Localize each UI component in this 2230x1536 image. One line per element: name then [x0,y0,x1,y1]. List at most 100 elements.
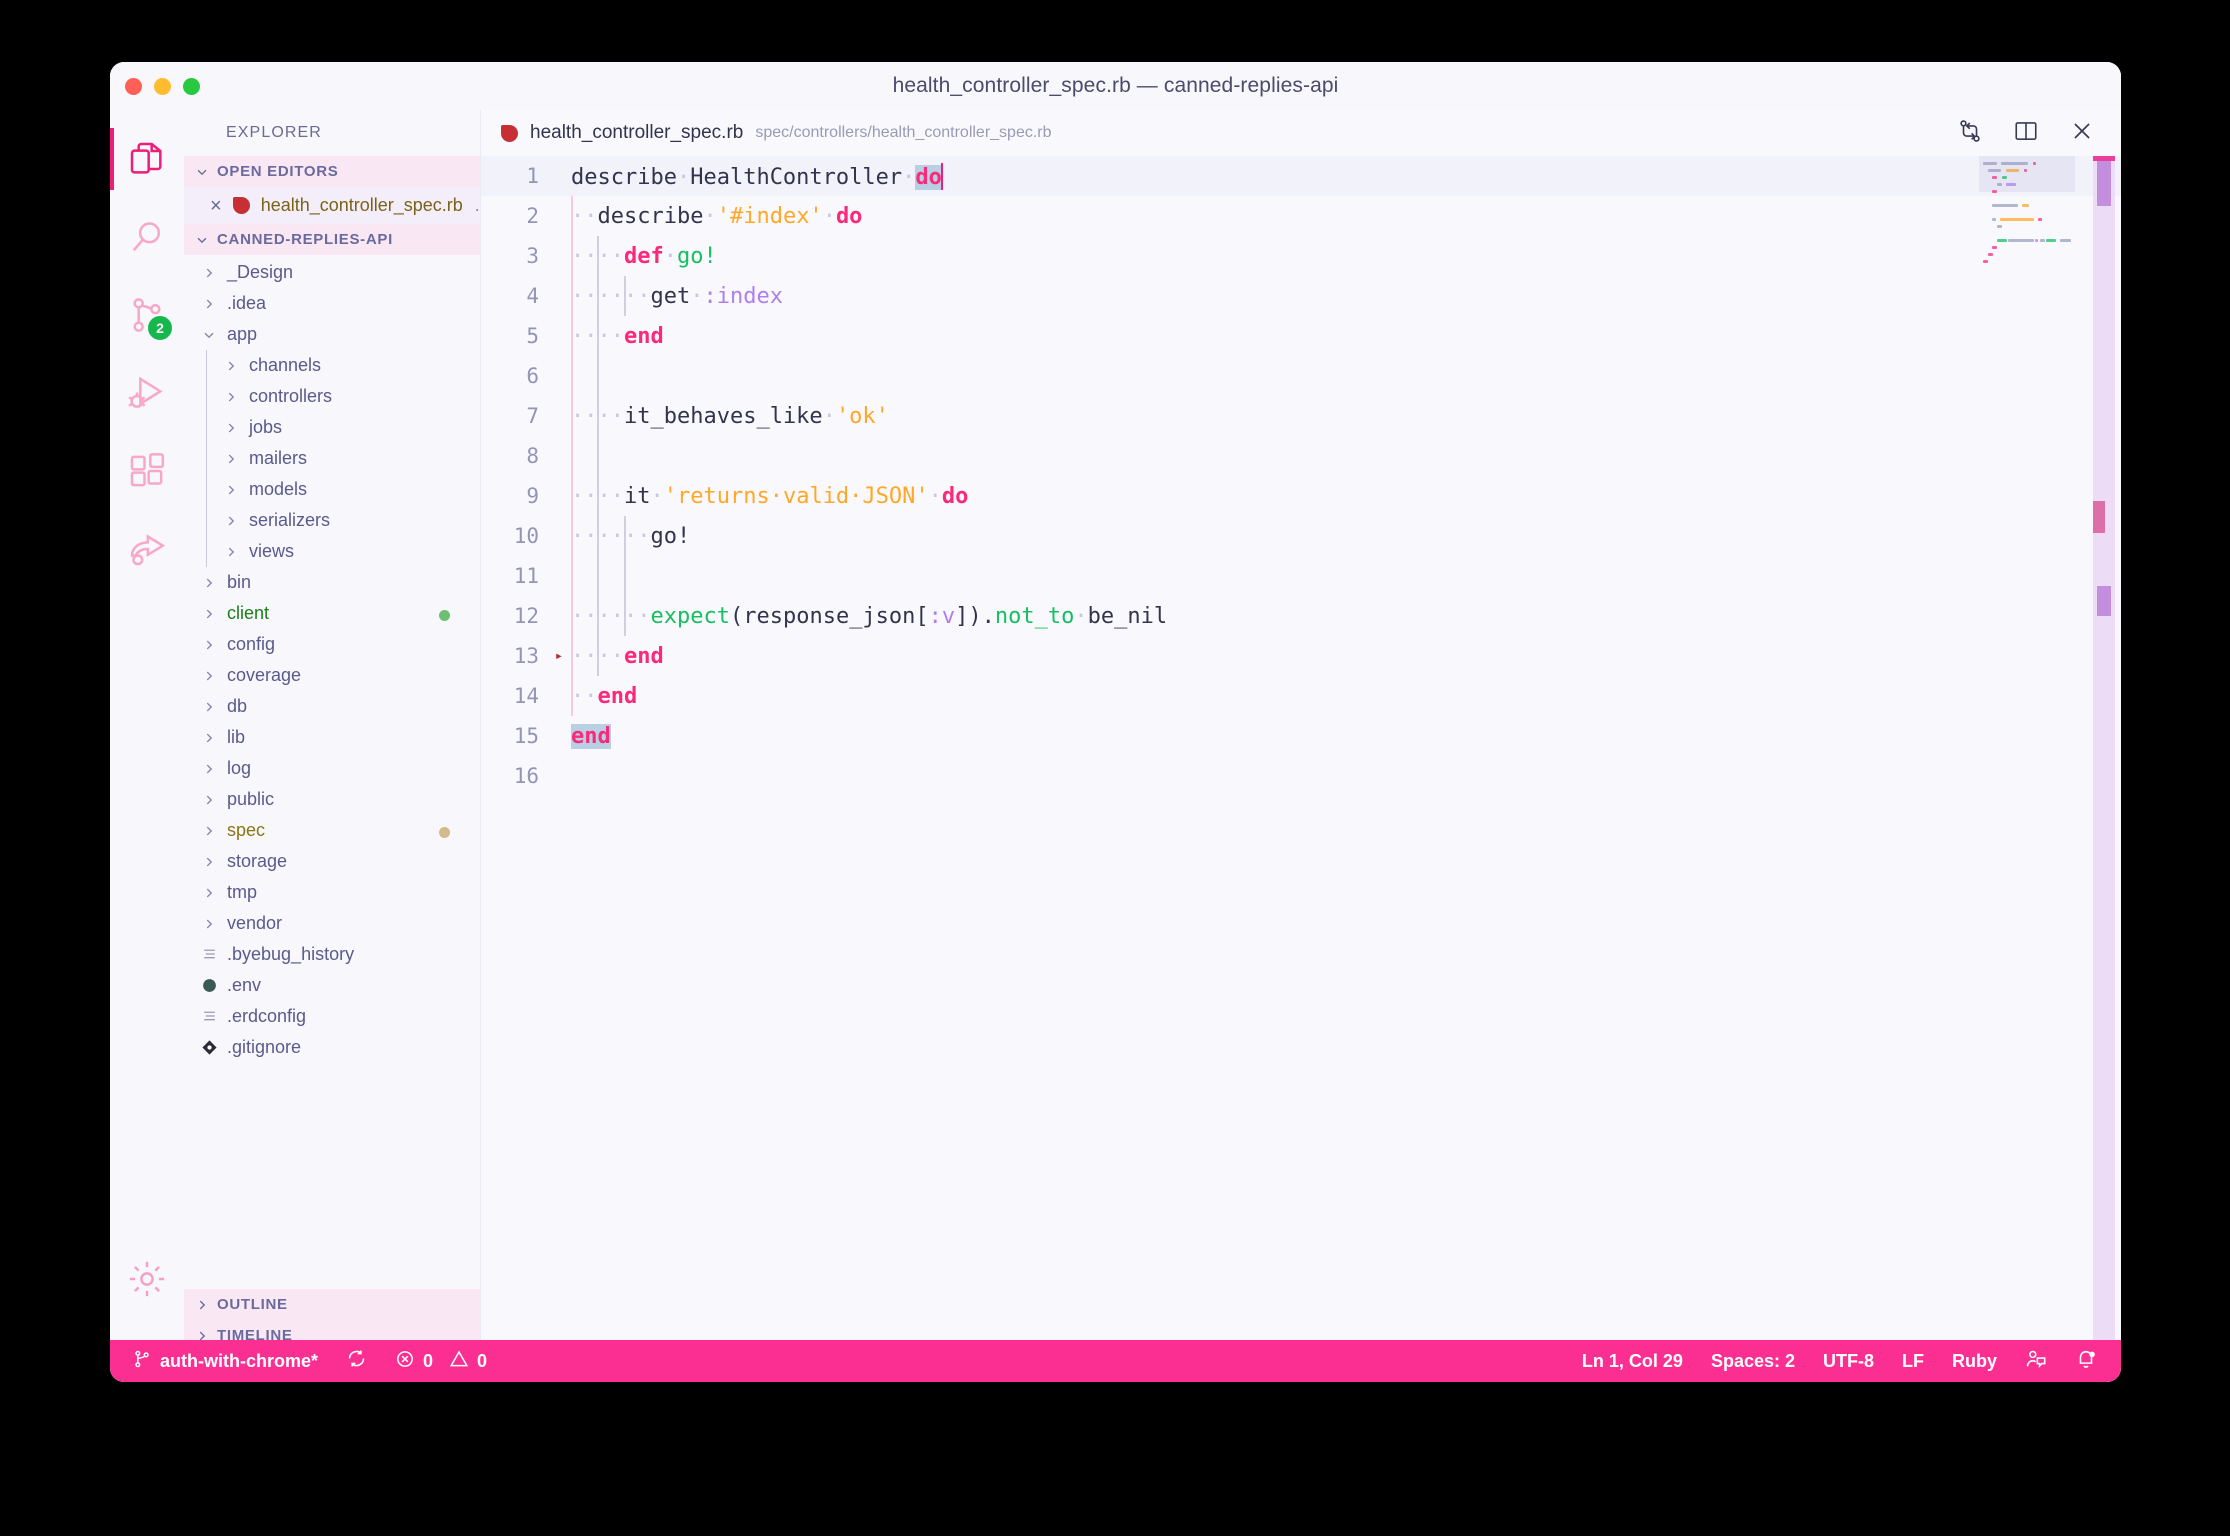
zoom-window-button[interactable] [183,78,200,95]
open-editor-item[interactable]: × health_controller_spec.rb … M [184,187,480,224]
status-notifications[interactable] [2061,1340,2111,1382]
status-branch[interactable]: auth-with-chrome* [118,1340,332,1382]
tree-item-mailers[interactable]: mailers [184,443,480,474]
fold-marker[interactable]: ▸ [547,648,571,664]
chevron-right-icon [198,824,220,838]
tree-item-env[interactable]: .env [184,970,480,1001]
code-line[interactable]: 5····end [481,316,2121,356]
code-token: end [624,324,664,349]
tree-indent-guide [206,536,207,567]
indent-guide [571,436,573,476]
tree-item-lib[interactable]: lib [184,722,480,753]
split-editor-icon[interactable] [2013,118,2039,149]
text-file-icon [198,946,220,963]
compare-changes-icon[interactable] [1957,118,1983,149]
code-line[interactable]: 13▸····end [481,636,2121,676]
tree-item-erdconfig[interactable]: .erdconfig [184,1001,480,1032]
code-line[interactable]: 10······go! [481,516,2121,556]
code-editor[interactable]: 1describe·HealthController·do2··describe… [481,156,2121,1382]
section-canned-replies-api[interactable]: CANNED-REPLIES-API [184,224,480,255]
tree-item-db[interactable]: db [184,691,480,722]
code-line[interactable]: 9····it·'returns·valid·JSON'·do [481,476,2121,516]
line-number: 14 [481,684,547,708]
close-window-button[interactable] [125,78,142,95]
tree-item-bin[interactable]: bin [184,567,480,598]
indent-guide [597,436,599,476]
status-live-share[interactable] [2011,1340,2061,1382]
activity-item-extensions[interactable] [110,432,184,510]
activity-item-run-and-debug[interactable] [110,354,184,432]
close-icon[interactable] [2069,118,2095,149]
status-indentation[interactable]: Spaces: 2 [1697,1340,1809,1382]
overview-ruler[interactable] [2093,156,2115,1382]
code-line[interactable]: 4······get·:index [481,276,2121,316]
code-line[interactable]: 1describe·HealthController·do [481,156,2121,196]
tree-item-byebug_history[interactable]: .byebug_history [184,939,480,970]
activity-item-remote-explorer[interactable] [110,510,184,588]
chevron-right-icon [198,762,220,776]
code-line[interactable]: 6 [481,356,2121,396]
status-branch-label: auth-with-chrome* [160,1351,318,1372]
error-icon [395,1349,415,1374]
tree-item-storage[interactable]: storage [184,846,480,877]
code-line[interactable]: 2··describe·'#index'·do [481,196,2121,236]
tree-item-vendor[interactable]: vendor [184,908,480,939]
editor-tab-title[interactable]: health_controller_spec.rb [530,122,743,144]
status-language-mode[interactable]: Ruby [1938,1340,2011,1382]
close-icon[interactable]: × [210,196,222,216]
tree-item-tmp[interactable]: tmp [184,877,480,908]
minimap-slider[interactable] [1979,156,2075,192]
tree-item-design[interactable]: _Design [184,257,480,288]
code-line-text: describe·HealthController·do [571,163,943,190]
chevron-right-icon [220,390,242,404]
code-line[interactable]: 7····it_behaves_like·'ok' [481,396,2121,436]
code-line[interactable]: 16 [481,756,2121,796]
activity-item-source-control[interactable]: 2 [110,276,184,354]
code-line[interactable]: 11 [481,556,2121,596]
code-line-text: ····it·'returns·valid·JSON'·do [571,484,968,509]
tree-item-channels[interactable]: channels [184,350,480,381]
tree-item-serializers[interactable]: serializers [184,505,480,536]
status-encoding[interactable]: UTF-8 [1809,1340,1888,1382]
tree-item-controllers[interactable]: controllers [184,381,480,412]
tree-item-views[interactable]: views [184,536,480,567]
tree-item-jobs[interactable]: jobs [184,412,480,443]
tree-item-models[interactable]: models [184,474,480,505]
tree-item-app[interactable]: app [184,319,480,350]
tree-item-config[interactable]: config [184,629,480,660]
code-line[interactable]: 15end [481,716,2121,756]
status-cursor-position[interactable]: Ln 1, Col 29 [1568,1340,1697,1382]
status-eol[interactable]: LF [1888,1340,1938,1382]
code-line[interactable]: 3····def·go! [481,236,2121,276]
tree-item-label: spec [227,820,265,841]
code-token: :v [929,604,956,629]
minimize-window-button[interactable] [154,78,171,95]
status-sync[interactable] [332,1340,381,1382]
code-line[interactable]: 12······expect(response_json[:v]).not_to… [481,596,2121,636]
tree-item-idea[interactable]: .idea [184,288,480,319]
tree-item-coverage[interactable]: coverage [184,660,480,691]
tree-indent-guide [206,474,207,505]
run-debug-icon [127,373,167,413]
tree-item-public[interactable]: public [184,784,480,815]
activity-item-manage[interactable] [110,1240,184,1318]
code-line[interactable]: 8 [481,436,2121,476]
section-outline[interactable]: OUTLINE [184,1289,480,1320]
tree-item-spec[interactable]: spec [184,815,480,846]
tree-item-label: mailers [249,448,307,469]
code-token: ·· [598,644,625,669]
tree-item-log[interactable]: log [184,753,480,784]
activity-item-explorer[interactable] [110,120,184,198]
section-open-editors[interactable]: OPEN EDITORS [184,156,480,187]
tree-item-gitignore[interactable]: .gitignore [184,1032,480,1063]
ruler-mark [2097,586,2111,616]
code-token: ·· [598,604,625,629]
activity-item-search[interactable] [110,198,184,276]
chevron-right-icon [198,731,220,745]
code-token: ·· [571,324,598,349]
tree-item-client[interactable]: client [184,598,480,629]
window-title: health_controller_spec.rb — canned-repli… [893,74,1339,98]
chevron-right-icon [198,855,220,869]
code-line[interactable]: 14··end [481,676,2121,716]
status-problems[interactable]: 0 0 [381,1340,501,1382]
